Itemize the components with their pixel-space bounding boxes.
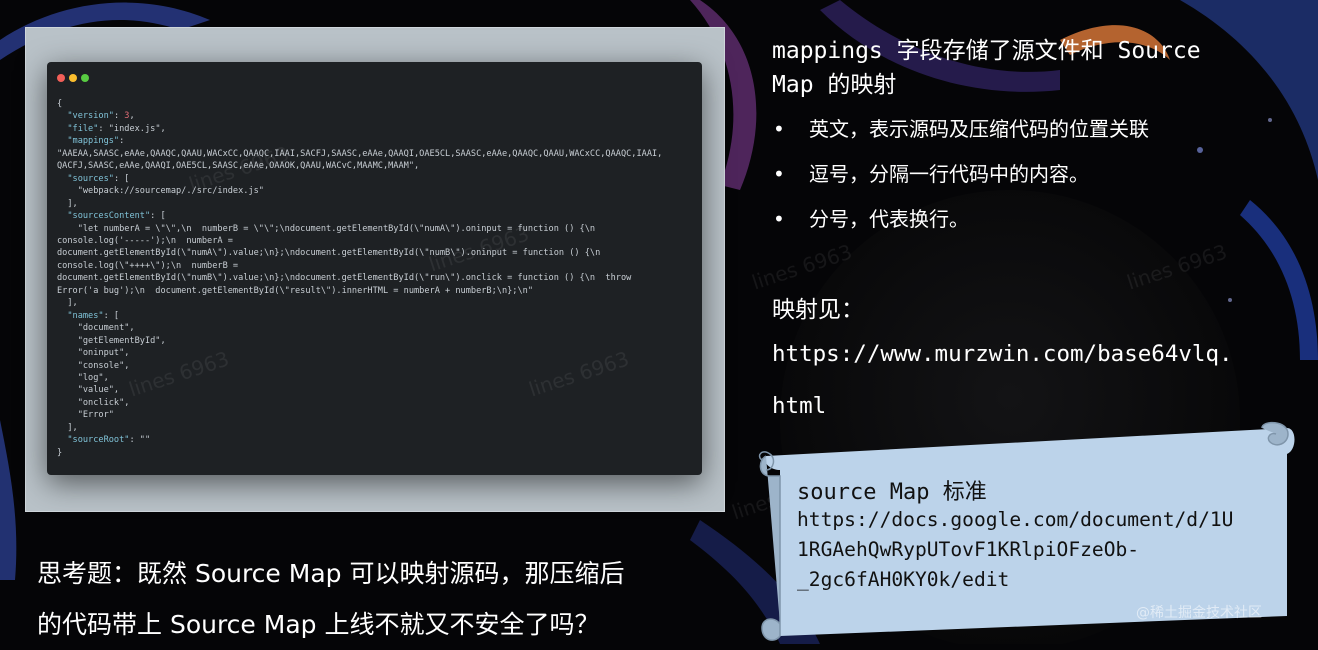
code-line: "AAEAA,SAASC,eAAe,QAAQC,QAAU,WACxCC,QAAQ… xyxy=(57,148,663,159)
code-line: Error('a bug');\n document.getElementByI… xyxy=(57,285,533,296)
standard-url-link[interactable]: https://docs.google.com/document/d/1U xyxy=(797,508,1233,531)
code-line: "webpack://sourcemap/./src/index.js" xyxy=(57,186,264,197)
mappings-headline: mappings 字段存储了源文件和 Source Map 的映射 xyxy=(772,34,1292,102)
code-window: { "version": 3, "file": "index.js", "map… xyxy=(47,62,702,475)
bullet-text: 逗号，分隔一行代码中的内容。 xyxy=(809,162,1089,186)
bullet-item: • 逗号，分隔一行代码中的内容。 xyxy=(773,158,1089,187)
code-line: "Error" xyxy=(57,410,114,421)
code-line: "value", xyxy=(57,385,120,396)
bullet-dot-icon: • xyxy=(773,162,785,186)
standard-url-link-continued[interactable]: _2gc6fAH0KY0k/edit xyxy=(797,568,1009,591)
code-line: "file": "index.js", xyxy=(67,123,166,134)
minimize-dot-icon xyxy=(69,74,77,82)
code-line: console.log(\"++++\");\n numberB = xyxy=(57,260,239,271)
code-line: "onclick", xyxy=(57,397,130,408)
bullet-item: • 分号，代表换行。 xyxy=(773,203,969,232)
code-line: ], xyxy=(57,198,78,209)
bullet-dot-icon: • xyxy=(773,207,785,231)
mapping-url-link-continued[interactable]: html xyxy=(772,393,826,419)
bullet-dot-icon: • xyxy=(773,117,785,141)
scroll-title: source Map 标准 xyxy=(797,480,987,505)
headline-line: Map 的映射 xyxy=(772,72,897,98)
code-line: "sourceRoot": "" xyxy=(67,435,151,446)
code-line: ], xyxy=(57,422,78,433)
footer-credit: @稀土掘金技术社区 xyxy=(1136,605,1262,621)
bullet-text: 英文，表示源码及压缩代码的位置关联 xyxy=(809,117,1149,141)
code-line: } xyxy=(57,447,63,458)
bullet-text: 分号，代表换行。 xyxy=(809,207,969,231)
code-line: console.log('-----');\n numberA = xyxy=(57,235,233,246)
code-line: "sources": [ xyxy=(67,173,130,184)
standard-url-link-continued[interactable]: 1RGAehQwRypUTovF1KRlpiOFzeOb- xyxy=(797,538,1139,561)
bullet-item: • 英文，表示源码及压缩代码的位置关联 xyxy=(773,113,1149,142)
code-line: "sourcesContent": [ xyxy=(67,211,166,222)
code-line: "log", xyxy=(57,372,109,383)
maximize-dot-icon xyxy=(81,74,89,82)
mapping-label: 映射见： xyxy=(772,297,864,323)
code-line: { xyxy=(57,99,63,109)
close-dot-icon xyxy=(57,74,65,82)
mapping-url-link[interactable]: https://www.murzwin.com/base64vlq. xyxy=(772,341,1233,367)
code-line: "mappings": xyxy=(67,136,125,147)
code-line: "document", xyxy=(57,323,135,334)
source-map-json-code: { "version": 3, "file": "index.js", "map… xyxy=(57,98,692,469)
question-line: 的代码带上 Source Map 上线不就又不安全了吗？ xyxy=(37,610,600,639)
code-line: "version": 3, xyxy=(67,111,135,122)
code-line: "getElementById", xyxy=(57,335,166,346)
code-line: document.getElementById(\"numA\").value;… xyxy=(57,248,601,259)
code-line: "console", xyxy=(57,360,130,371)
headline-line: mappings 字段存储了源文件和 Source xyxy=(772,38,1201,64)
code-line: document.getElementById(\"numB\").value;… xyxy=(57,273,632,284)
thinking-question: 思考题：既然 Source Map 可以映射源码，那压缩后 的代码带上 Sour… xyxy=(37,548,717,650)
code-line: "oninput", xyxy=(57,348,130,359)
code-line: "names": [ xyxy=(67,310,120,321)
code-line: ], xyxy=(57,298,78,309)
question-line: 思考题：既然 Source Map 可以映射源码，那压缩后 xyxy=(37,559,625,588)
